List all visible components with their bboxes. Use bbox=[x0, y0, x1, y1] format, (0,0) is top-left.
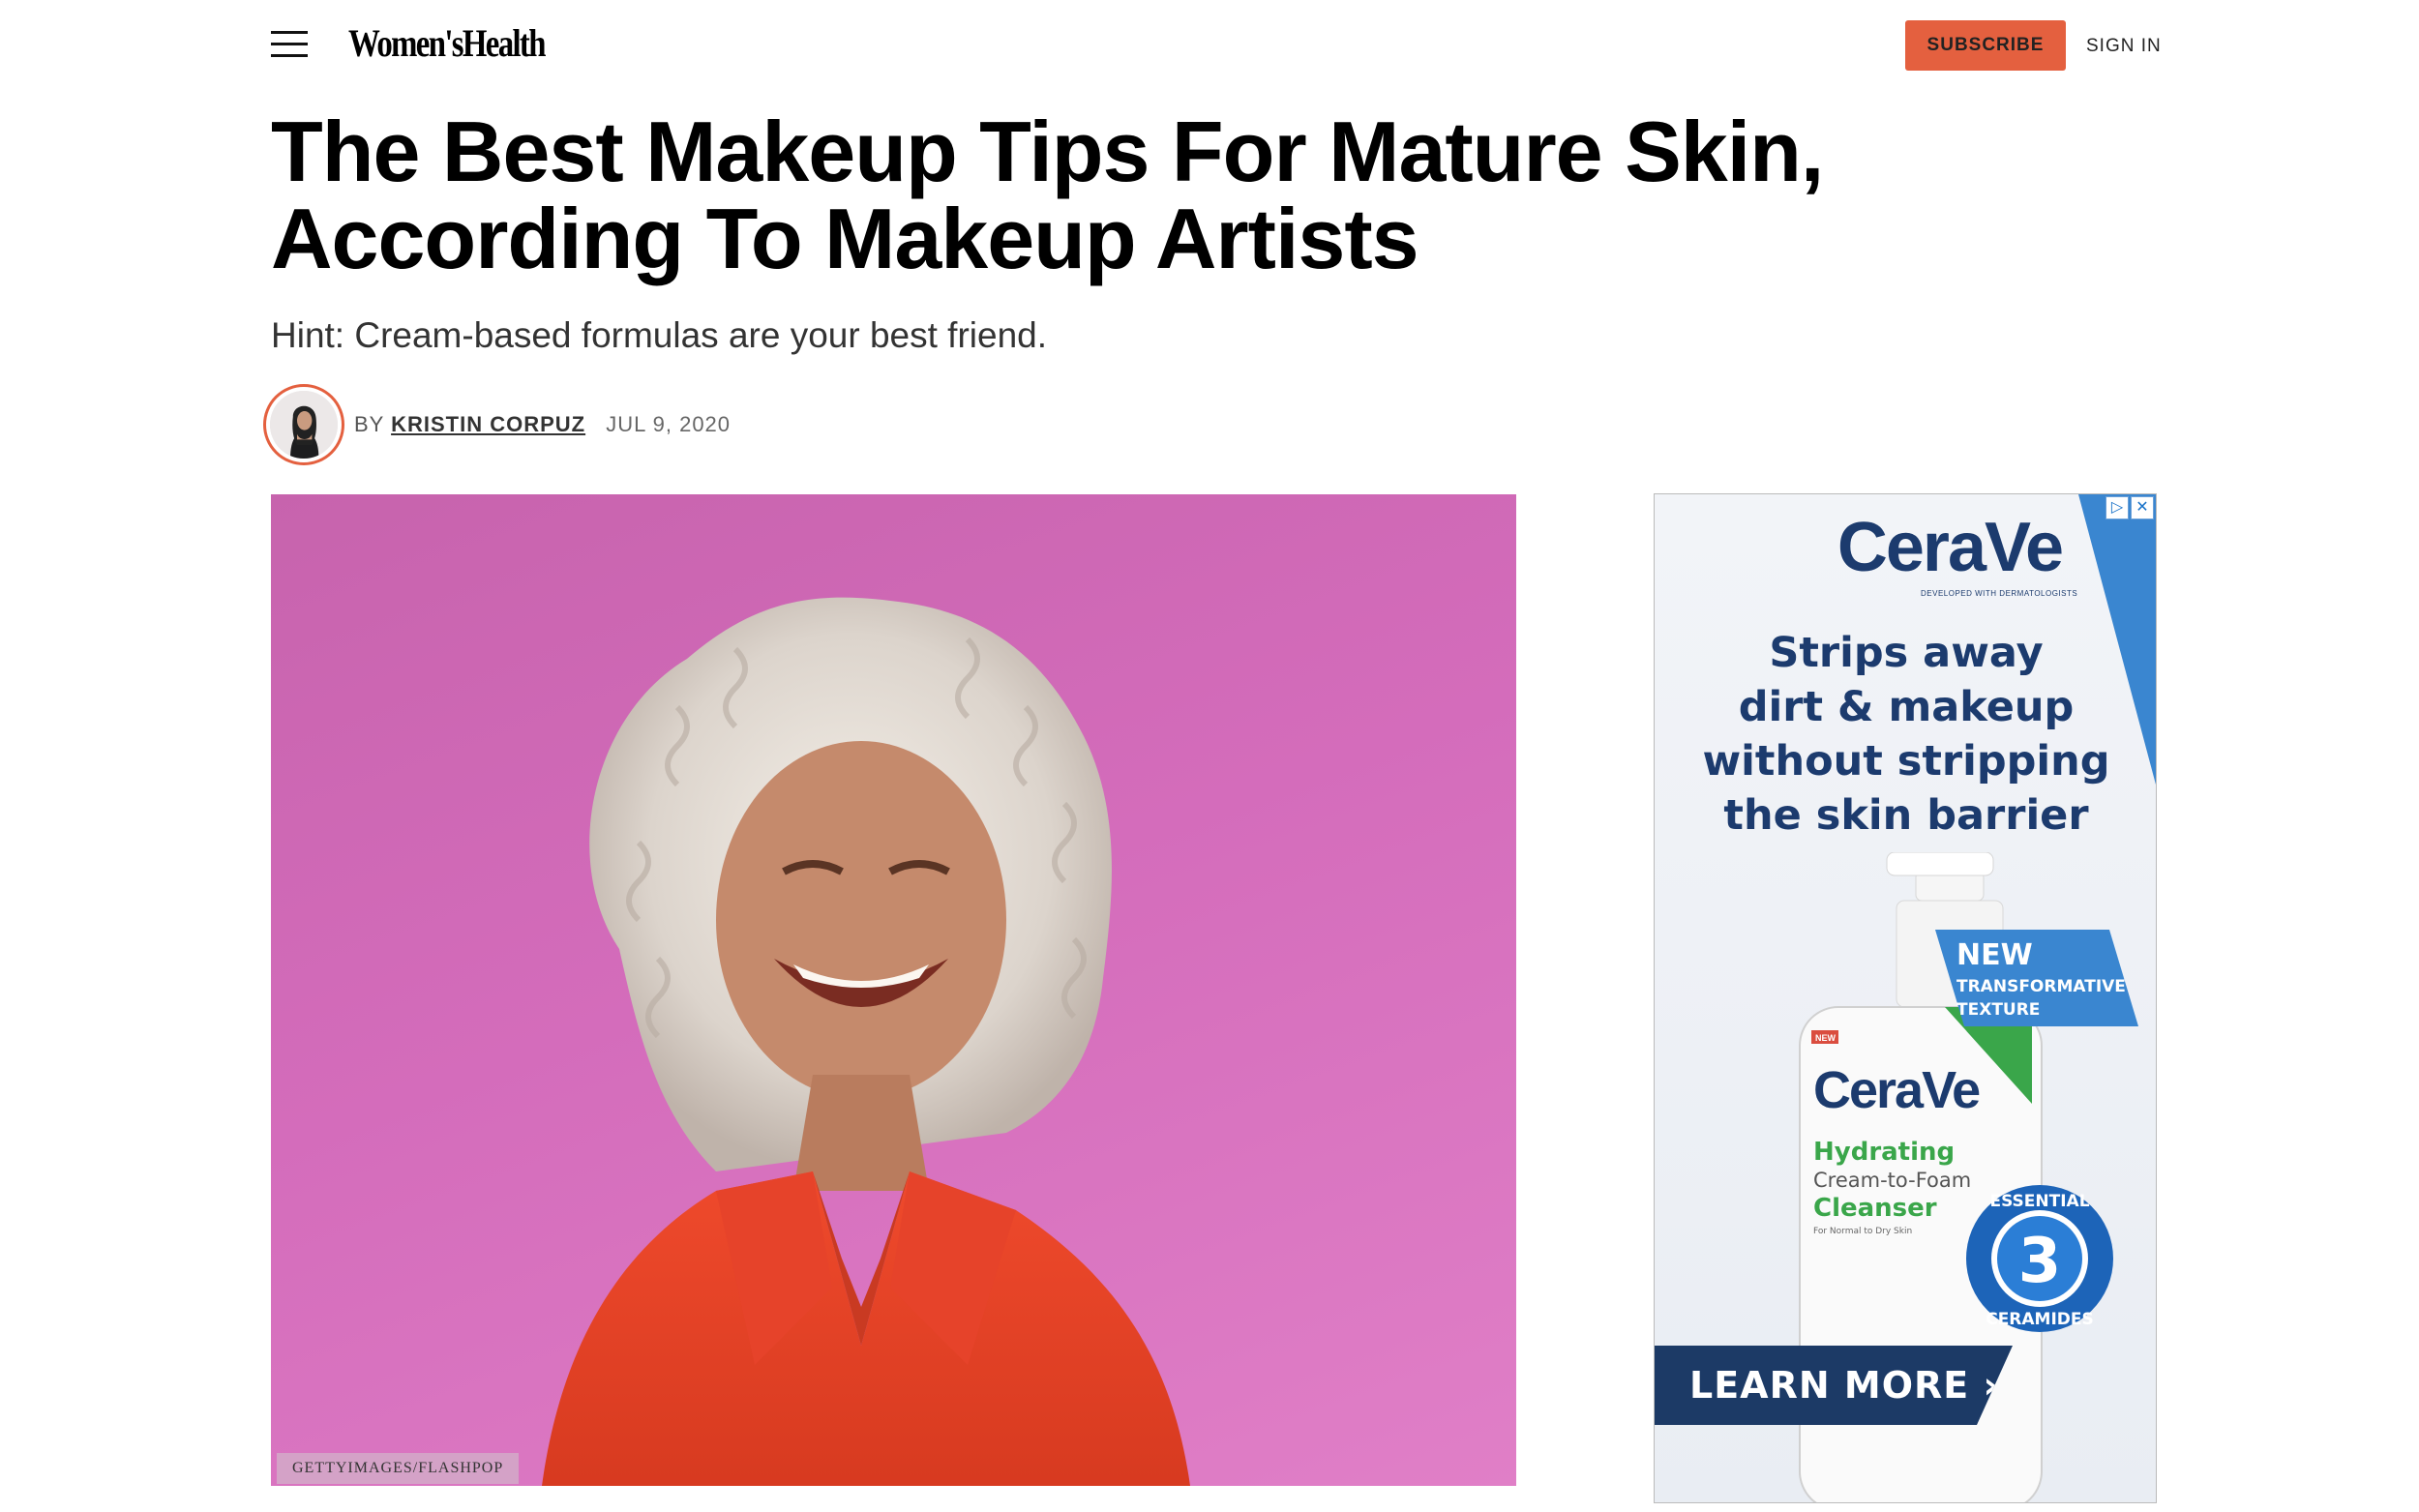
badge-number: 3 bbox=[2018, 1226, 2062, 1297]
article-title: The Best Makeup Tips For Mature Skin, Ac… bbox=[271, 104, 1824, 286]
ad-learn-more-button[interactable]: LEARN MORE › bbox=[1655, 1346, 2013, 1425]
ad-brand-logo: CeraVe bbox=[1655, 508, 2156, 587]
badge-bottom: CERAMIDES bbox=[1986, 1310, 2094, 1329]
image-credit: GETTYIMAGES/FLASHPOP bbox=[277, 1453, 520, 1484]
hero-image bbox=[271, 494, 1516, 1486]
subscribe-button[interactable]: SUBSCRIBE bbox=[1905, 20, 2066, 71]
bottle-new-tag-text: NEW bbox=[1815, 1033, 1837, 1043]
ad-headline-line: dirt & makeup bbox=[1738, 683, 2075, 731]
ad-headline: Strips away dirt & makeup without stripp… bbox=[1655, 626, 2156, 843]
ad-headline-line: Strips away bbox=[1769, 629, 2044, 677]
ad-new-sub-2: TEXTURE bbox=[1956, 1000, 2040, 1020]
author-avatar[interactable] bbox=[263, 384, 344, 465]
bottle-note: For Normal to Dry Skin bbox=[1813, 1227, 1912, 1236]
bottle-name-3: Cleanser bbox=[1813, 1194, 1937, 1223]
byline-prefix: BY bbox=[354, 412, 384, 436]
ad-new-label: NEW bbox=[1956, 938, 2033, 972]
ad-new-sub-1: TRANSFORMATIVE bbox=[1956, 977, 2126, 996]
article-dek: Hint: Cream-based formulas are your best… bbox=[271, 315, 1048, 355]
hamburger-menu-icon[interactable] bbox=[271, 29, 308, 60]
ad-headline-line: without stripping bbox=[1702, 737, 2110, 786]
publish-date: JUL 9, 2020 bbox=[606, 412, 732, 436]
ad-brand-tagline: DEVELOPED WITH DERMATOLOGISTS bbox=[1921, 589, 2078, 598]
bottle-brand: CeraVe bbox=[1813, 1061, 1980, 1119]
site-logo[interactable]: Women'sHealth bbox=[348, 19, 546, 68]
ad-headline-line: the skin barrier bbox=[1723, 791, 2089, 840]
hero-illustration bbox=[542, 597, 1190, 1486]
author-photo bbox=[270, 391, 338, 459]
page: Women'sHealth SUBSCRIBE SIGN IN The Best… bbox=[0, 0, 2419, 1512]
ceramides-badge-icon: 3 ESSENTIAL CERAMIDES bbox=[1966, 1185, 2113, 1332]
bottle-name-1: Hydrating bbox=[1813, 1138, 1955, 1167]
ad-brand-text: CeraVe bbox=[1837, 509, 2064, 586]
byline: BY KRISTIN CORPUZ JUL 9, 2020 bbox=[354, 410, 731, 439]
advertisement[interactable]: ▷ ✕ CeraVe DEVELOPED WITH DERMATOLOGISTS… bbox=[1654, 493, 2157, 1503]
author-link[interactable]: KRISTIN CORPUZ bbox=[391, 412, 585, 436]
bottle-name-2: Cream-to-Foam bbox=[1813, 1169, 1971, 1192]
site-header: Women'sHealth SUBSCRIBE SIGN IN bbox=[0, 0, 2419, 93]
badge-top: ESSENTIAL bbox=[1989, 1192, 2089, 1211]
ad-new-banner: NEW TRANSFORMATIVE TEXTURE bbox=[1935, 930, 2138, 1026]
sign-in-link[interactable]: SIGN IN bbox=[2086, 33, 2162, 60]
